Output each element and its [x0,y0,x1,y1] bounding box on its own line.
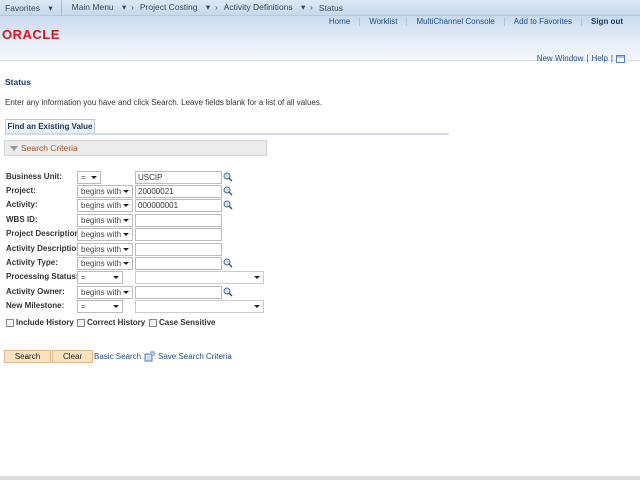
add-favorites-link[interactable]: Add to Favorites [503,17,581,26]
value-input[interactable] [135,228,222,241]
field-label: Activity Description: [6,244,84,253]
value-input[interactable] [135,286,222,299]
tab-find-existing[interactable]: Find an Existing Value [5,119,95,133]
field-label: Processing Status: [6,272,79,281]
value-input[interactable]: USCIP [135,171,222,184]
lookup-icon[interactable] [223,258,233,268]
operator-select[interactable]: begins with [77,214,133,227]
search-criteria-header[interactable]: Search Criteria [4,140,267,156]
field-label: Project Description: [6,229,83,238]
menu-project-costing[interactable]: Project Costing ▾ › [140,2,218,13]
status-strip [0,476,640,480]
value-dropdown[interactable] [135,271,264,284]
main-menu-label: Main Menu [71,2,114,12]
search-field-row: Business Unit: = USCIP [0,171,300,184]
search-field-row: WBS ID: begins with [0,214,300,227]
operator-select[interactable]: = [77,300,123,313]
nav-bar: Favorites ▾ Main Menu ▾ › Project Costin… [0,0,640,16]
search-field-row: Project: begins with 20000021 [0,185,300,198]
menu-main[interactable]: Main Menu ▾ › [72,2,134,13]
search-field-row: Activity Description: begins with [0,243,300,256]
field-label: Activity Owner: [6,287,65,296]
save-search-criteria-link[interactable]: Save Search Criteria [158,352,232,361]
checkbox-box[interactable] [149,318,157,327]
clear-button[interactable]: Clear [52,350,93,363]
operator-select[interactable]: begins with [77,199,133,212]
home-link[interactable]: Home [320,17,359,26]
field-label: WBS ID: [6,215,38,224]
favorites-menu[interactable]: Favorites ▾ [0,0,62,16]
lookup-icon[interactable] [223,172,233,182]
operator-select[interactable]: = [77,171,101,184]
value-input[interactable]: 20000021 [135,185,222,198]
search-field-row: Activity Owner: begins with [0,286,300,299]
checkbox-label: Case Sensitive [159,318,216,327]
field-label: New Milestone: [6,301,65,310]
page-title: Status [5,77,31,87]
lookup-icon[interactable] [223,200,233,210]
operator-select[interactable]: begins with [77,228,133,241]
value-input[interactable] [135,257,222,270]
multichannel-link[interactable]: MultiChannel Console [406,17,503,26]
search-field-row: New Milestone: = [0,300,300,313]
search-button[interactable]: Search [4,350,51,363]
search-field-row: Project Description: begins with [0,228,300,241]
basic-search-link[interactable]: Basic Search [94,352,141,361]
search-field-row: Activity Type: begins with [0,257,300,270]
favorites-label: Favorites [5,2,40,13]
value-input[interactable] [135,214,222,227]
breadcrumb-current: Status [318,2,343,13]
save-criteria-icon[interactable] [144,351,155,362]
operator-select[interactable]: begins with [77,185,133,198]
lookup-icon[interactable] [223,186,233,196]
help-link[interactable]: Help [591,54,607,63]
lookup-icon[interactable] [223,287,233,297]
field-label: Activity Type: [6,258,58,267]
oracle-logo: ORACLE [2,27,60,42]
field-label: Activity: [6,200,38,209]
customize-page-icon[interactable] [616,54,625,63]
checkbox-box[interactable] [77,318,85,327]
new-window-link[interactable]: New Window [537,54,584,63]
checkbox-label: Include History [16,318,74,327]
tab-divider [5,133,449,135]
sign-out-link[interactable]: Sign out [581,17,632,26]
menu-activity-definitions[interactable]: Activity Definitions ▾ › [224,2,313,13]
value-input[interactable]: 000000001 [135,199,222,212]
search-field-row: Activity: begins with 000000001 [0,199,300,212]
value-input[interactable] [135,243,222,256]
field-label: Business Unit: [6,172,63,181]
search-field-row: Processing Status: = [0,271,300,284]
operator-select[interactable]: = [77,271,123,284]
case-sensitive-checkbox[interactable]: Case Sensitive [149,318,215,327]
operator-select[interactable]: begins with [77,243,133,256]
checkbox-label: Correct History [87,318,146,327]
operator-select[interactable]: begins with [77,257,133,270]
value-dropdown[interactable] [135,300,264,313]
checkbox-box[interactable] [6,318,14,327]
include-history-checkbox[interactable]: Include History [6,318,74,327]
correct-history-checkbox[interactable]: Correct History [77,318,145,327]
instructions: Enter any information you have and click… [5,98,323,107]
field-label: Project: [6,186,36,195]
operator-select[interactable]: begins with [77,286,133,299]
activity-definitions-label: Activity Definitions [223,2,293,12]
worklist-link[interactable]: Worklist [359,17,406,26]
project-costing-label: Project Costing [139,2,198,12]
